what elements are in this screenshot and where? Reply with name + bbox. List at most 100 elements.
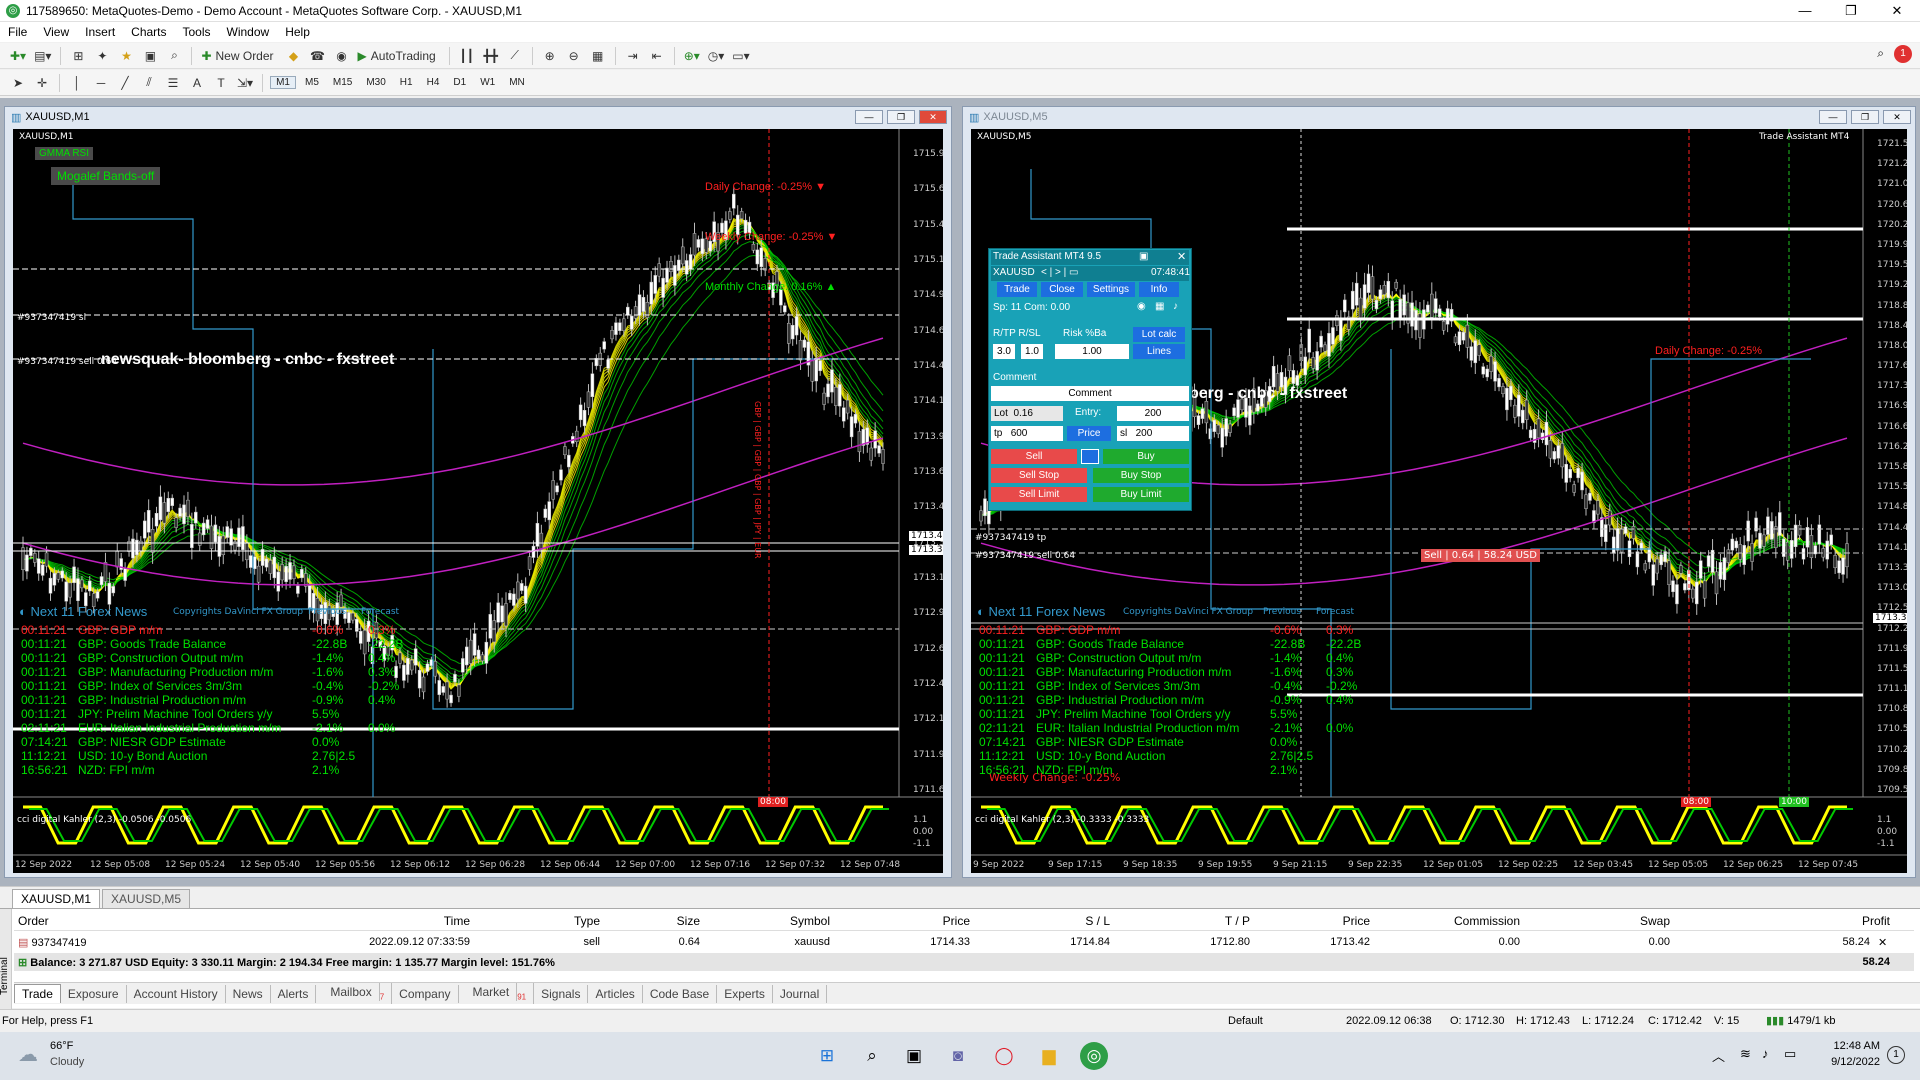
- notification-badge[interactable]: 1: [1894, 45, 1912, 63]
- cursor-icon[interactable]: ➤: [8, 73, 28, 93]
- tab-articles[interactable]: Articles: [588, 984, 643, 1003]
- ta-tab-trade[interactable]: Trade: [997, 282, 1037, 297]
- tab-alerts[interactable]: Alerts: [271, 984, 317, 1003]
- camera-icon[interactable]: ▣: [1139, 251, 1148, 262]
- close-button[interactable]: ✕: [1874, 0, 1920, 22]
- indicators-icon[interactable]: ⊕▾: [682, 46, 702, 66]
- sell-limit-button[interactable]: Sell Limit: [991, 487, 1087, 502]
- menu-tools[interactable]: Tools: [175, 25, 219, 39]
- col-type[interactable]: Type: [474, 914, 604, 928]
- chart-restore-button[interactable]: ❐: [887, 110, 915, 124]
- timeframe-m30[interactable]: M30: [361, 77, 390, 88]
- text-label-icon[interactable]: T: [211, 73, 231, 93]
- tab-xauusd-m1[interactable]: XAUUSD,M1: [12, 889, 101, 908]
- col-size[interactable]: Size: [604, 914, 704, 928]
- terminal-icon[interactable]: ▣: [140, 46, 160, 66]
- status-profile[interactable]: Default: [1228, 1015, 1346, 1027]
- horizontal-line-icon[interactable]: ─: [91, 73, 111, 93]
- tab-journal[interactable]: Journal: [773, 984, 828, 1003]
- tile-windows-icon[interactable]: ▦: [588, 46, 608, 66]
- timeframe-m5[interactable]: M5: [300, 77, 324, 88]
- buy-button[interactable]: Buy: [1103, 449, 1189, 464]
- text-icon[interactable]: A: [187, 73, 207, 93]
- maximize-button[interactable]: ❐: [1828, 0, 1874, 22]
- menu-insert[interactable]: Insert: [77, 25, 123, 39]
- tab-company[interactable]: Company: [392, 984, 459, 1003]
- chart-restore-button[interactable]: ❐: [1851, 110, 1879, 124]
- menu-window[interactable]: Window: [219, 25, 278, 39]
- menu-view[interactable]: View: [35, 25, 77, 39]
- metatrader-icon[interactable]: ◎: [1080, 1042, 1108, 1070]
- arrows-icon[interactable]: ⇲▾: [235, 73, 255, 93]
- sell-stop-button[interactable]: Sell Stop: [991, 468, 1087, 483]
- ta-tab-close[interactable]: Close: [1041, 282, 1083, 297]
- zoom-out-icon[interactable]: ⊖: [564, 46, 584, 66]
- price-chart-m1[interactable]: XAUUSD,M1 GMMA RSI Mogalef Bands-off Dai…: [13, 129, 943, 873]
- line-chart-icon[interactable]: ⟋: [505, 46, 525, 66]
- tab-market[interactable]: Market 91: [459, 983, 535, 1004]
- entry-input[interactable]: 200: [1117, 406, 1189, 421]
- metaeditor-icon[interactable]: ◆: [284, 46, 304, 66]
- chart-close-button[interactable]: ✕: [919, 110, 947, 124]
- col-time[interactable]: Time: [204, 914, 474, 928]
- tab-mailbox[interactable]: Mailbox 7: [316, 983, 393, 1004]
- battery-icon[interactable]: ▭: [1784, 1046, 1796, 1062]
- timeframe-m15[interactable]: M15: [328, 77, 357, 88]
- clock-time[interactable]: 12:48 AM: [1820, 1040, 1880, 1052]
- autotrading-button[interactable]: ▶ AutoTrading: [356, 46, 442, 66]
- tray-chevron-icon[interactable]: ︿: [1712, 1046, 1725, 1065]
- menu-help[interactable]: Help: [277, 25, 318, 39]
- menu-charts[interactable]: Charts: [123, 25, 174, 39]
- chart-shift-icon[interactable]: ⇤: [647, 46, 667, 66]
- timeframe-h4[interactable]: H4: [422, 77, 445, 88]
- cloud-icon[interactable]: ☁: [18, 1042, 38, 1067]
- sell-order-tag[interactable]: Sell | 0.64 | 58.24 USD: [1421, 549, 1540, 562]
- tp-input[interactable]: 600: [1011, 428, 1028, 439]
- teams-chat-icon[interactable]: ◙: [944, 1042, 972, 1070]
- opera-icon[interactable]: ◯: [990, 1042, 1018, 1070]
- lot-input[interactable]: 0.16: [1013, 408, 1032, 419]
- market-watch-icon[interactable]: ⊞: [68, 46, 88, 66]
- lot-calc-button[interactable]: Lot calc: [1133, 327, 1185, 342]
- col-cur-price[interactable]: Price: [1254, 914, 1374, 928]
- timeframe-d1[interactable]: D1: [448, 77, 471, 88]
- gmma-rsi-label[interactable]: GMMA RSI: [35, 147, 94, 160]
- new-order-button[interactable]: ✚ New Order: [199, 46, 279, 66]
- lines-button[interactable]: Lines: [1133, 344, 1185, 359]
- tab-experts[interactable]: Experts: [717, 984, 773, 1003]
- col-swap[interactable]: Swap: [1524, 914, 1674, 928]
- candlestick-icon[interactable]: ╋╋: [481, 46, 501, 66]
- buy-stop-button[interactable]: Buy Stop: [1093, 468, 1189, 483]
- timeframe-m1[interactable]: M1: [270, 76, 296, 89]
- ta-tab-info[interactable]: Info: [1139, 282, 1179, 297]
- zoom-in-icon[interactable]: ⊕: [540, 46, 560, 66]
- minimize-button[interactable]: —: [1782, 0, 1828, 22]
- wifi-icon[interactable]: ≋: [1740, 1046, 1751, 1062]
- signals-icon[interactable]: ◉: [332, 46, 352, 66]
- close-order-icon[interactable]: ✕: [1874, 936, 1894, 949]
- col-order[interactable]: Order: [14, 914, 204, 928]
- rsl-input[interactable]: 1.0: [1021, 344, 1043, 359]
- new-chart-icon[interactable]: ✚▾: [8, 46, 28, 66]
- search-icon[interactable]: ⌕: [858, 1042, 886, 1070]
- tab-exposure[interactable]: Exposure: [61, 984, 127, 1003]
- ta-tab-settings[interactable]: Settings: [1087, 282, 1135, 297]
- weather-temp[interactable]: 66°F: [50, 1040, 73, 1052]
- crosshair-icon[interactable]: ✛: [32, 73, 52, 93]
- navigator-icon[interactable]: ★: [116, 46, 136, 66]
- chart-minimize-button[interactable]: —: [855, 110, 883, 124]
- tab-code-base[interactable]: Code Base: [643, 984, 718, 1003]
- periods-icon[interactable]: ◷▾: [706, 46, 727, 66]
- speaker-icon[interactable]: ♪: [1762, 1046, 1769, 1061]
- table-row[interactable]: ▤ 937347419 2022.09.12 07:33:59 sell 0.6…: [14, 933, 1914, 951]
- profiles-icon[interactable]: ▤▾: [32, 46, 53, 66]
- sell-button[interactable]: Sell: [991, 449, 1077, 464]
- order-tp-label[interactable]: #937347419 tp: [975, 533, 1046, 543]
- chart-minimize-button[interactable]: —: [1819, 110, 1847, 124]
- autoscroll-icon[interactable]: ⇥: [623, 46, 643, 66]
- col-profit[interactable]: Profit: [1674, 914, 1894, 928]
- task-view-icon[interactable]: ▣: [900, 1042, 928, 1070]
- comment-input[interactable]: Comment: [991, 386, 1189, 401]
- ta-nav[interactable]: < | > | ▭: [1041, 267, 1078, 278]
- direction-toggle[interactable]: [1081, 449, 1099, 464]
